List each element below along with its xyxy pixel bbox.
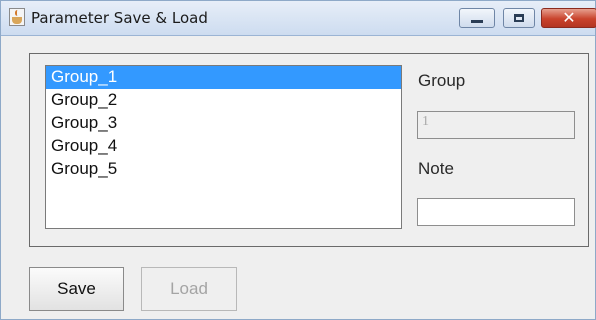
note-field[interactable] — [417, 198, 575, 226]
maximize-button[interactable] — [503, 8, 535, 28]
load-button[interactable]: Load — [141, 267, 237, 311]
group-field: 1 — [417, 111, 575, 139]
title-bar[interactable]: Parameter Save & Load ✕ — [1, 1, 596, 36]
parameter-save-load-window: Parameter Save & Load ✕ Group_1 Group_2 … — [0, 0, 596, 320]
group-label: Group — [418, 71, 466, 90]
minimize-button[interactable] — [459, 8, 495, 28]
list-item-group-1[interactable]: Group_1 — [46, 66, 401, 89]
window-title: Parameter Save & Load — [31, 9, 208, 27]
close-icon: ✕ — [562, 8, 576, 27]
java-app-icon — [9, 8, 25, 26]
minimize-icon — [471, 19, 483, 23]
list-item-group-2[interactable]: Group_2 — [46, 89, 401, 112]
list-item-group-5[interactable]: Group_5 — [46, 158, 401, 181]
list-item-group-3[interactable]: Group_3 — [46, 112, 401, 135]
group-list[interactable]: Group_1 Group_2 Group_3 Group_4 Group_5 — [45, 65, 402, 229]
save-button[interactable]: Save — [29, 267, 124, 311]
list-item-group-4[interactable]: Group_4 — [46, 135, 401, 158]
note-label: Note — [418, 159, 454, 178]
maximize-icon — [514, 14, 524, 22]
close-button[interactable]: ✕ — [541, 8, 596, 28]
